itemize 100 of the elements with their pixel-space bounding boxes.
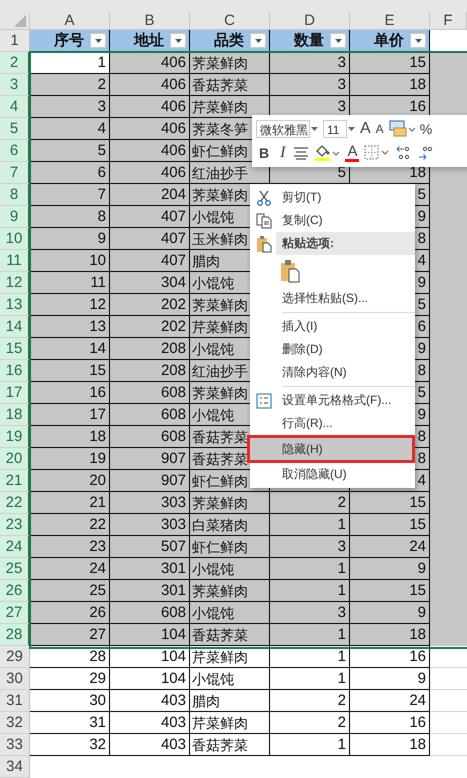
table-cell: 406 [110,74,190,96]
row-number[interactable]: 21 [0,470,30,492]
percent-button[interactable]: % [420,120,432,138]
row-number[interactable]: 14 [0,316,30,338]
table-cell: 荠菜鲜肉 [190,580,270,602]
table-cell: 406 [110,52,190,74]
table-cell: 608 [110,426,190,448]
filter-button[interactable] [90,33,106,48]
styles-icon[interactable] [388,120,415,138]
row-number[interactable]: 1 [0,30,30,52]
column-header[interactable]: B [110,12,190,30]
font-color-button[interactable]: A [345,144,360,162]
table-cell: 30 [30,690,110,712]
row-number[interactable]: 24 [0,536,30,558]
table-cell: 29 [30,668,110,690]
table-cell [430,52,467,74]
table-cell: 403 [110,734,190,756]
row-number[interactable]: 4 [0,96,30,118]
table-cell: 小馄饨 [190,558,270,580]
table-cell: 2 [270,690,350,712]
grow-font-button[interactable]: A [360,120,371,138]
filter-button[interactable] [330,33,346,48]
row-number[interactable]: 32 [0,712,30,734]
table-cell: 15 [350,580,430,602]
table-cell: 香菇荠菜 [190,74,270,96]
row-number[interactable]: 23 [0,514,30,536]
table-cell: 16 [30,382,110,404]
column-header[interactable]: C [190,12,270,30]
row-number[interactable]: 15 [0,338,30,360]
table-cell: 3 [270,52,350,74]
row-number[interactable]: 17 [0,382,30,404]
row-number[interactable]: 22 [0,492,30,514]
row-number[interactable]: 26 [0,580,30,602]
column-header[interactable]: A [30,12,110,30]
column-header[interactable]: D [270,12,350,30]
row-number[interactable]: 29 [0,646,30,668]
clipboard-icon [256,234,272,252]
shrink-font-button[interactable]: A [376,120,384,138]
table-cell: 24 [350,536,430,558]
row-number[interactable]: 13 [0,294,30,316]
filter-button[interactable] [250,33,266,48]
row-number[interactable]: 31 [0,690,30,712]
row-number[interactable]: 20 [0,448,30,470]
table-cell: 907 [110,448,190,470]
table-cell: 608 [110,404,190,426]
row-number[interactable]: 5 [0,118,30,140]
table-cell: 9 [350,602,430,624]
table-cell: 17 [30,404,110,426]
row-number[interactable]: 18 [0,404,30,426]
table-cell: 15 [350,514,430,536]
table-cell: 28 [30,646,110,668]
row-number[interactable]: 2 [0,52,30,74]
table-cell: 104 [110,646,190,668]
table-cell: 白菜猪肉 [190,514,270,536]
table-cell: 1 [270,580,350,602]
borders-icon[interactable] [364,145,390,161]
row-number[interactable]: 19 [0,426,30,448]
row-number[interactable]: 9 [0,206,30,228]
row-number[interactable]: 33 [0,734,30,756]
table-cell: 腊肉 [190,690,270,712]
row-number[interactable]: 27 [0,602,30,624]
row-number[interactable]: 30 [0,668,30,690]
table-cell: 1 [30,52,110,74]
table-cell: 31 [30,712,110,734]
column-header[interactable]: F [430,12,467,30]
fill-color-icon[interactable] [314,144,340,162]
row-number[interactable]: 34 [0,756,30,778]
italic-button[interactable]: I [277,144,288,162]
menu-item[interactable]: 隐藏(H) [247,435,415,463]
filter-button[interactable] [410,33,426,48]
align-center-icon[interactable] [293,146,310,160]
table-cell: 小馄饨 [190,668,270,690]
table-cell: 608 [110,602,190,624]
font-name-dropdown[interactable]: 微软雅黑 [256,120,310,138]
font-size-dropdown[interactable]: 11 [323,120,347,138]
row-number[interactable]: 3 [0,74,30,96]
row-number[interactable]: 6 [0,140,30,162]
column-header[interactable]: E [350,12,430,30]
row-number[interactable]: 12 [0,272,30,294]
table-cell: 9 [30,228,110,250]
filter-button[interactable] [170,33,186,48]
row-number[interactable]: 28 [0,624,30,646]
table-cell: 6 [30,162,110,184]
table-cell: 406 [110,162,190,184]
bold-button[interactable]: B [256,144,272,162]
triangle-icon [14,15,26,27]
caret-icon [311,127,318,131]
row-number[interactable]: 8 [0,184,30,206]
row-number[interactable]: 16 [0,360,30,382]
decrease-decimal-icon[interactable] [418,145,432,161]
table-cell: 24 [350,690,430,712]
table-cell: 104 [110,624,190,646]
row-number[interactable]: 11 [0,250,30,272]
table-cell: 12 [30,294,110,316]
row-number[interactable]: 7 [0,162,30,184]
row-number[interactable]: 10 [0,228,30,250]
caret-icon [94,38,102,42]
row-number[interactable]: 25 [0,558,30,580]
table-cell [430,624,467,646]
copy-icon [256,212,272,228]
